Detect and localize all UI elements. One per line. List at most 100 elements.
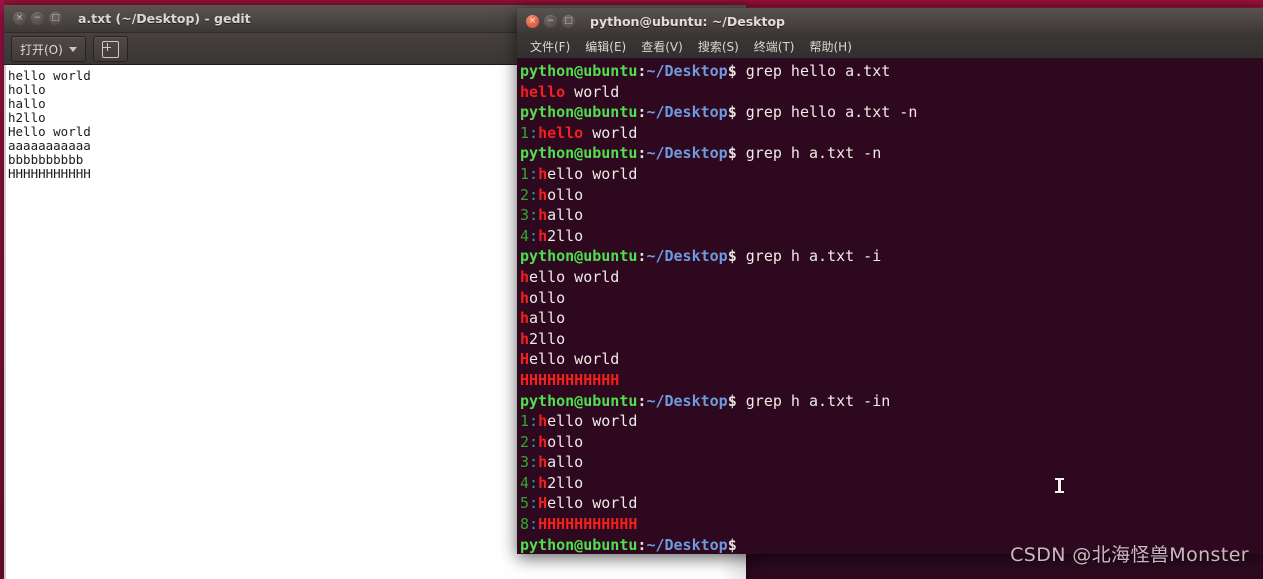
output-text: world (583, 123, 638, 142)
terminal-output-line: 5:Hello world (520, 493, 1263, 514)
terminal-output-line: 4:h2llo (520, 226, 1263, 247)
new-document-button[interactable] (92, 36, 128, 62)
grep-match: h (538, 453, 548, 472)
terminal-output-line: 3:hallo (520, 452, 1263, 473)
prompt-path: ~/Desktop (646, 103, 728, 122)
terminal-menubar[interactable]: 文件(F) 编辑(E) 查看(V) 搜索(S) 终端(T) 帮助(H) (517, 34, 1263, 59)
chevron-down-icon (68, 46, 77, 52)
output-text: ello world (547, 412, 638, 431)
terminal-window-controls[interactable]: × − □ (526, 14, 575, 28)
mouse-ibeam-cursor (1055, 478, 1064, 493)
output-text: ollo (529, 288, 566, 307)
terminal-prompt-line: python@ubuntu:~/Desktop$ grep hello a.tx… (520, 102, 1263, 123)
maximize-icon[interactable]: □ (49, 12, 62, 25)
grep-match: h (538, 412, 548, 431)
grep-match: h (520, 309, 530, 328)
menu-item-1[interactable]: 文件(F) (524, 36, 576, 57)
output-text: ello world (547, 494, 638, 513)
terminal-title: python@ubuntu: ~/Desktop (590, 13, 785, 29)
output-text: allo (547, 206, 584, 225)
output-text: allo (547, 453, 584, 472)
output-line-number: 1 (520, 412, 530, 431)
terminal-titlebar[interactable]: × − □ python@ubuntu: ~/Desktop (517, 8, 1263, 34)
output-line-number: 1 (520, 123, 530, 142)
menu-item-4[interactable]: 搜索(S) (692, 36, 745, 57)
terminal-prompt-line: python@ubuntu:~/Desktop$ grep h a.txt -i… (520, 391, 1263, 412)
gedit-gutter (4, 65, 6, 579)
grep-match: h (538, 473, 548, 492)
output-text: 2llo (547, 473, 584, 492)
terminal-prompt-line: python@ubuntu:~/Desktop$ grep h a.txt -n (520, 143, 1263, 164)
maximize-icon[interactable]: □ (562, 14, 575, 28)
prompt-dollar: $ (727, 391, 737, 410)
output-text: ello world (547, 164, 638, 183)
prompt-path: ~/Desktop (646, 144, 728, 163)
terminal-output-line: hello world (520, 82, 1263, 103)
terminal-command: grep h a.txt -i (736, 247, 882, 266)
menu-item-6[interactable]: 帮助(H) (804, 36, 858, 57)
prompt-dollar: $ (727, 144, 737, 163)
prompt-path: ~/Desktop (646, 391, 728, 410)
close-icon[interactable]: × (526, 14, 539, 28)
terminal-output-line: 4:h2llo (520, 473, 1263, 494)
output-line-number: 4 (520, 226, 530, 245)
output-line-separator: : (529, 226, 539, 245)
terminal-output-line: 3:hallo (520, 205, 1263, 226)
gedit-window-controls[interactable]: × − □ (13, 12, 62, 25)
terminal-output-line: HHHHHHHHHHH (520, 370, 1263, 391)
prompt-path: ~/Desktop (646, 247, 728, 266)
terminal-command: grep hello a.txt (736, 62, 891, 80)
prompt-dollar: $ (727, 535, 737, 554)
output-line-number: 1 (520, 164, 530, 183)
terminal-output-line: Hello world (520, 349, 1263, 370)
output-line-number: 5 (520, 494, 530, 513)
terminal-output-line: h2llo (520, 329, 1263, 350)
output-line-separator: : (529, 185, 539, 204)
output-line-separator: : (529, 164, 539, 183)
grep-match: HHHHHHHHHHH (520, 370, 620, 389)
grep-match: H (538, 494, 548, 513)
output-line-number: 2 (520, 185, 530, 204)
terminal-output-line: 2:hollo (520, 432, 1263, 453)
terminal-output-line: hollo (520, 288, 1263, 309)
terminal-command: grep h a.txt -n (736, 144, 882, 163)
terminal-output-line: 2:hollo (520, 185, 1263, 206)
terminal-command: grep hello a.txt -n (736, 103, 918, 122)
minimize-icon[interactable]: − (544, 14, 557, 28)
menu-item-3[interactable]: 查看(V) (635, 36, 689, 57)
terminal-window[interactable]: × − □ python@ubuntu: ~/Desktop 文件(F) 编辑(E… (517, 8, 1263, 554)
output-text: ollo (547, 432, 584, 451)
prompt-user-host: python@ubuntu (520, 103, 638, 122)
terminal-output-line: hello world (520, 267, 1263, 288)
output-line-number: 8 (520, 515, 530, 534)
prompt-dollar: $ (727, 62, 737, 80)
terminal-prompt-line: python@ubuntu:~/Desktop$ grep h a.txt -i (520, 246, 1263, 267)
close-icon[interactable]: × (13, 12, 26, 25)
output-line-number: 2 (520, 432, 530, 451)
prompt-user-host: python@ubuntu (520, 391, 638, 410)
output-text: ello world (529, 267, 620, 286)
terminal-output-line: hallo (520, 308, 1263, 329)
terminal-screen[interactable]: python@ubuntu:~/Desktop$ grep hello a.tx… (517, 58, 1263, 554)
minimize-icon[interactable]: − (31, 12, 44, 25)
prompt-user-host: python@ubuntu (520, 247, 638, 266)
menu-item-5[interactable]: 终端(T) (748, 36, 801, 57)
terminal-output-line: 8:HHHHHHHHHHH (520, 514, 1263, 535)
grep-match: hello (538, 123, 584, 142)
output-line-separator: : (529, 123, 539, 142)
grep-match: H (520, 350, 530, 369)
open-file-button[interactable]: 打开(O) (11, 36, 86, 62)
grep-match: h (538, 164, 548, 183)
prompt-user-host: python@ubuntu (520, 62, 638, 80)
open-file-label: 打开(O) (20, 42, 63, 57)
grep-match: h (538, 226, 548, 245)
prompt-dollar: $ (727, 247, 737, 266)
menu-item-2[interactable]: 编辑(E) (579, 36, 632, 57)
prompt-path: ~/Desktop (646, 62, 728, 80)
output-line-number: 4 (520, 473, 530, 492)
grep-match: h (520, 288, 530, 307)
grep-match: h (520, 267, 530, 286)
prompt-dollar: $ (727, 103, 737, 122)
output-line-number: 3 (520, 206, 530, 225)
output-text: allo (529, 309, 566, 328)
